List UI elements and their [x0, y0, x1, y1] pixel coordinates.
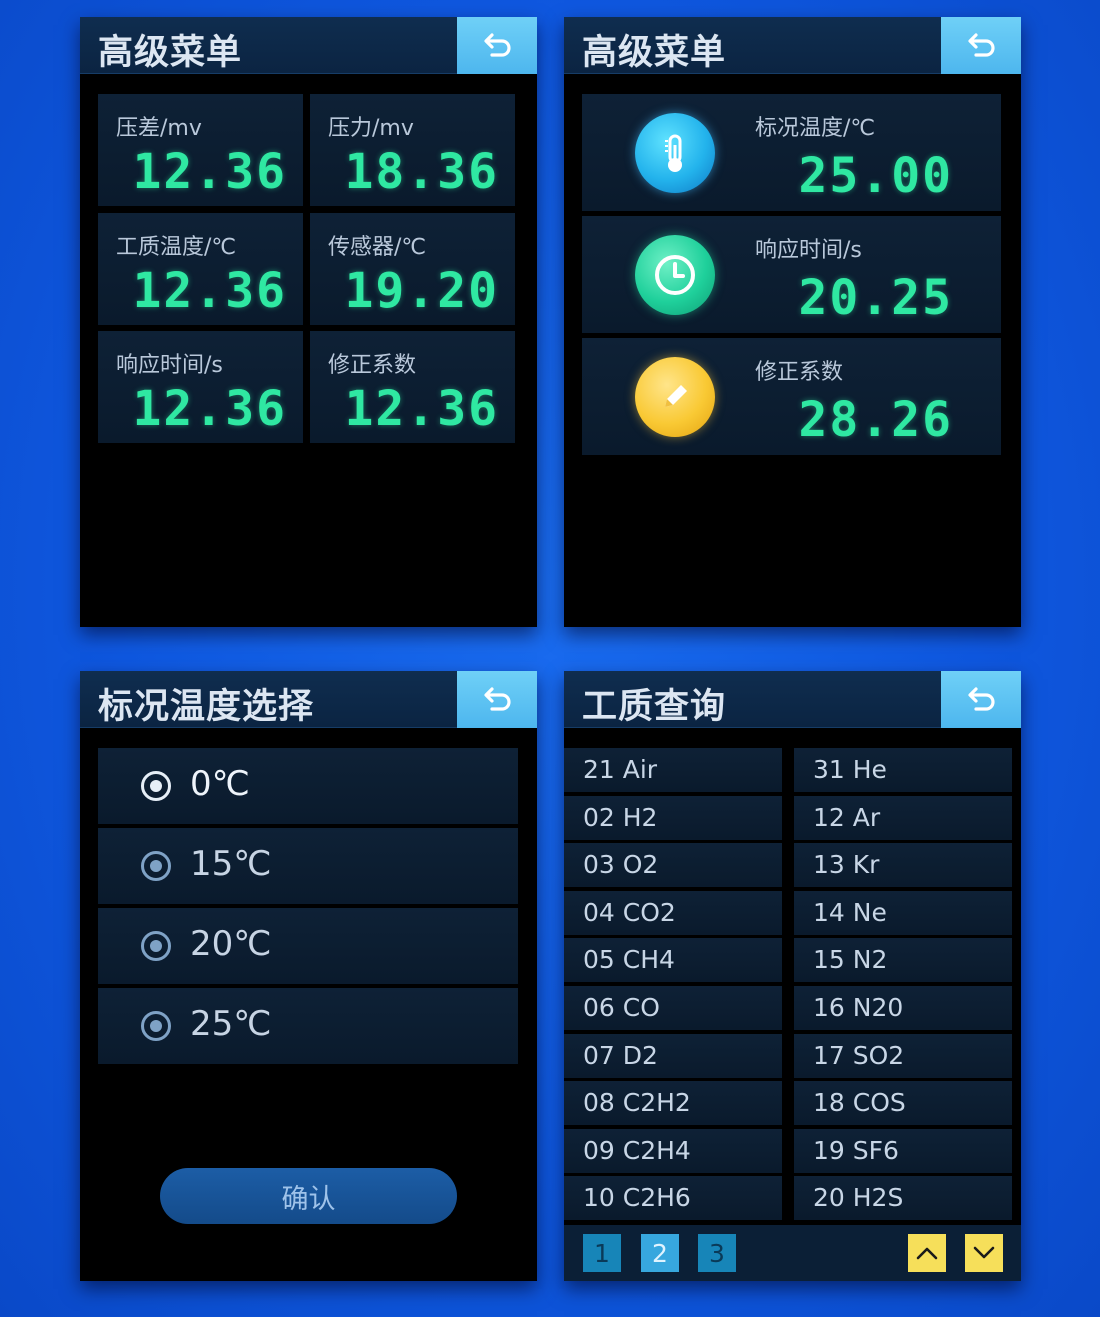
radio-selected-icon [141, 771, 171, 801]
temperature-option-25[interactable]: 25℃ [98, 988, 518, 1064]
gas-list-item[interactable]: 10 C2H6 [564, 1176, 782, 1221]
panel-title: 高级菜单 [582, 33, 727, 73]
back-arrow-icon [968, 686, 995, 711]
gas-list-item[interactable]: 05 CH4 [564, 938, 782, 983]
title-bar: 工质查询 [564, 671, 1021, 728]
back-arrow-icon [968, 32, 995, 57]
setting-value: 20.25 [798, 270, 953, 326]
option-label: 20℃ [190, 924, 272, 964]
setting-label: 标况温度/℃ [755, 116, 876, 141]
gas-list-item[interactable]: 07 D2 [564, 1033, 782, 1078]
gas-list-item[interactable]: 14 Ne [794, 890, 1012, 935]
pencil-icon [635, 357, 715, 437]
gas-list-item[interactable]: 08 C2H2 [564, 1081, 782, 1126]
thermometer-icon [635, 113, 715, 193]
advanced-menu-settings-panel: 高级菜单 标况温度/℃ 25.00 响应时间/s 20.25 修正系数 28.2… [564, 17, 1021, 627]
page-up-button[interactable] [908, 1234, 946, 1272]
gas-list-item[interactable]: 18 COS [794, 1081, 1012, 1126]
measurement-value: 12.36 [132, 144, 287, 200]
measurement-cell: 压差/mv 12.36 [98, 94, 303, 206]
page-button-2[interactable]: 2 [641, 1234, 679, 1272]
panel-title: 工质查询 [582, 687, 727, 727]
setting-label: 响应时间/s [755, 238, 862, 263]
gas-list-item[interactable]: 15 N2 [794, 938, 1012, 983]
gas-list-item[interactable]: 09 C2H4 [564, 1128, 782, 1173]
back-arrow-icon [484, 32, 511, 57]
temperature-option-15[interactable]: 15℃ [98, 828, 518, 904]
gas-list-item[interactable]: 13 Kr [794, 843, 1012, 888]
panel-title: 标况温度选择 [98, 687, 315, 727]
confirm-button[interactable]: 确认 [160, 1168, 457, 1224]
setting-label: 修正系数 [755, 360, 844, 385]
gas-list-item[interactable]: 04 CO2 [564, 890, 782, 935]
temperature-option-0[interactable]: 0℃ [98, 748, 518, 824]
gas-query-panel: 工质查询 21 Air 02 H2 03 O2 04 CO2 05 CH4 06 CO 07… [564, 671, 1021, 1281]
option-label: 0℃ [190, 764, 250, 804]
measurement-cell: 压力/mv 18.36 [310, 94, 515, 206]
pagination-bar: 1 2 3 [564, 1225, 1021, 1281]
gas-list-item[interactable]: 19 SF6 [794, 1128, 1012, 1173]
measurement-cell: 响应时间/s 12.36 [98, 331, 303, 443]
measurement-value: 12.36 [344, 381, 499, 437]
gas-list-item[interactable]: 02 H2 [564, 795, 782, 840]
measurement-label: 压力/mv [328, 116, 414, 141]
measurement-label: 传感器/℃ [328, 235, 427, 260]
back-button[interactable] [457, 17, 537, 74]
setting-row-correction-factor[interactable]: 修正系数 28.26 [582, 338, 1001, 455]
back-button[interactable] [941, 671, 1021, 728]
page-down-button[interactable] [965, 1234, 1003, 1272]
measurement-cell: 工质温度/℃ 12.36 [98, 213, 303, 325]
measurement-label: 工质温度/℃ [116, 235, 237, 260]
measurement-label: 修正系数 [328, 353, 417, 378]
chevron-down-icon [973, 1246, 995, 1259]
option-label: 25℃ [190, 1004, 272, 1044]
option-label: 15℃ [190, 844, 272, 884]
title-bar: 高级菜单 [564, 17, 1021, 74]
back-button[interactable] [457, 671, 537, 728]
gas-list-item[interactable]: 06 CO [564, 986, 782, 1030]
measurement-value: 12.36 [132, 381, 287, 437]
radio-icon [141, 931, 171, 961]
gas-list-item[interactable]: 21 Air [564, 748, 782, 792]
gas-list-item[interactable]: 17 SO2 [794, 1033, 1012, 1078]
page-button-3[interactable]: 3 [698, 1234, 736, 1272]
setting-row-standard-temperature[interactable]: 标况温度/℃ 25.00 [582, 94, 1001, 211]
radio-icon [141, 1011, 171, 1041]
panel-title: 高级菜单 [98, 33, 243, 73]
measurement-value: 18.36 [344, 144, 499, 200]
temperature-option-20[interactable]: 20℃ [98, 908, 518, 984]
page-button-1[interactable]: 1 [583, 1234, 621, 1272]
gas-list-item[interactable]: 20 H2S [794, 1176, 1012, 1221]
clock-icon [635, 235, 715, 315]
setting-value: 28.26 [798, 392, 953, 448]
gas-list-item[interactable]: 31 He [794, 748, 1012, 792]
measurement-value: 12.36 [132, 263, 287, 319]
back-button[interactable] [941, 17, 1021, 74]
advanced-menu-measure-panel: 高级菜单 压差/mv 12.36 压力/mv 18.36 工质温度/℃ 12.36 传感器/… [80, 17, 537, 627]
measurement-value: 19.20 [344, 263, 499, 319]
title-bar: 标况温度选择 [80, 671, 537, 728]
setting-value: 25.00 [798, 148, 953, 204]
measurement-label: 压差/mv [116, 116, 202, 141]
measurement-label: 响应时间/s [116, 353, 223, 378]
measurement-cell: 修正系数 12.36 [310, 331, 515, 443]
radio-icon [141, 851, 171, 881]
gas-list-item[interactable]: 03 O2 [564, 843, 782, 888]
chevron-up-icon [916, 1247, 938, 1260]
setting-row-response-time[interactable]: 响应时间/s 20.25 [582, 216, 1001, 333]
back-arrow-icon [484, 686, 511, 711]
standard-temperature-select-panel: 标况温度选择 0℃ 15℃ 20℃ 25℃ 确认 [80, 671, 537, 1281]
gas-list-item[interactable]: 16 N20 [794, 986, 1012, 1030]
measurement-cell: 传感器/℃ 19.20 [310, 213, 515, 325]
title-bar: 高级菜单 [80, 17, 537, 74]
gas-list-item[interactable]: 12 Ar [794, 795, 1012, 840]
